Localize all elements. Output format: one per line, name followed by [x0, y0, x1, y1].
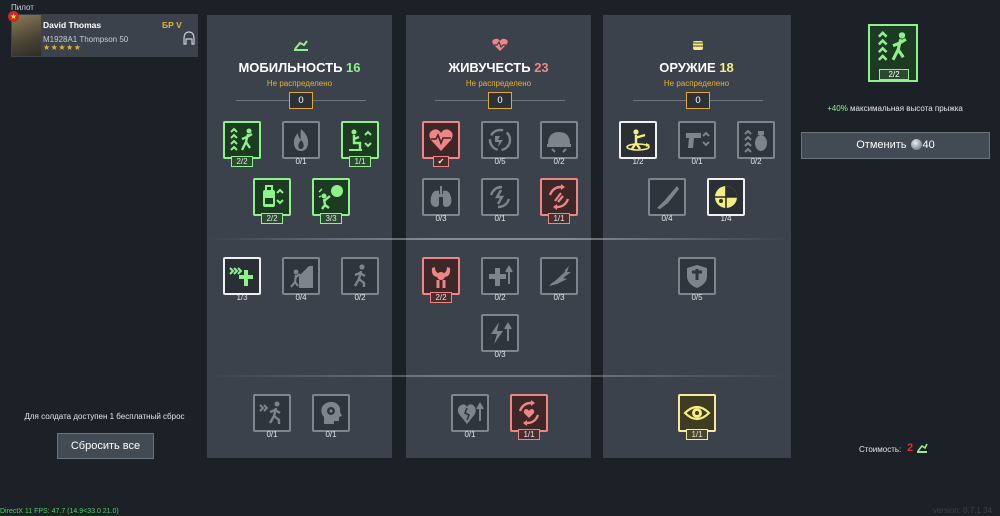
- skill-point-icon: [917, 443, 928, 453]
- skill-revive[interactable]: 1/1: [540, 178, 578, 226]
- selected-skill-preview: 2/2: [868, 24, 918, 84]
- pistol-icon: [686, 131, 710, 148]
- wings-icon: [549, 266, 571, 286]
- skill-reload[interactable]: 0/1: [678, 121, 716, 169]
- skill-sprint[interactable]: 0/1: [253, 394, 291, 442]
- fire-icon: [293, 129, 309, 151]
- crouch-icon: [349, 129, 372, 151]
- skill-health-up[interactable]: 0/2: [481, 257, 519, 305]
- helmet-icon: [547, 132, 571, 153]
- weapons-unspent-label: Не распределено: [663, 79, 730, 88]
- skill-fire-resist[interactable]: 0/1: [282, 121, 320, 169]
- skill-concussion-resist[interactable]: 0/1: [312, 394, 350, 442]
- skill-grenade-throw[interactable]: 3/3: [312, 178, 350, 226]
- check-icon: ✔: [432, 156, 450, 167]
- crosshair-icon: [715, 186, 737, 208]
- rank-star-icon: ★: [8, 11, 19, 22]
- fist-icon: [693, 41, 703, 50]
- skill-self-revive[interactable]: 1/1: [510, 394, 548, 442]
- skill-jump-height[interactable]: 2/2: [223, 121, 261, 169]
- skill-crouch-speed[interactable]: 1/1: [341, 121, 379, 169]
- soldier-aim-icon: [626, 129, 650, 151]
- eye-icon: [683, 405, 711, 421]
- heartbeat-icon: [429, 129, 453, 151]
- runner-icon: [294, 40, 308, 51]
- backpack-icon: [263, 185, 284, 207]
- skill-heart[interactable]: ✔: [422, 121, 460, 169]
- stamina-icon: [488, 128, 512, 152]
- skill-backpack[interactable]: 2/2: [253, 178, 291, 226]
- skill-weapon-ready[interactable]: 1/2: [619, 121, 657, 169]
- weapons-title: ОРУЖИЕ 18: [659, 60, 734, 75]
- grenade-icon: [744, 129, 767, 153]
- skill-stamina[interactable]: 0/5: [481, 121, 519, 169]
- vitality-title: ЖИВУЧЕСТЬ 23: [448, 60, 549, 75]
- skill-helmet[interactable]: 0/2: [540, 121, 578, 169]
- climb-icon: [290, 266, 313, 288]
- pilot-rank: БР V: [162, 20, 182, 30]
- fps-counter: DirectX 11 FPS: 47.7 (14.9<33.0 21.0): [0, 508, 119, 515]
- runner-icon: [353, 264, 366, 287]
- cost-value: 2: [907, 442, 914, 454]
- skill-description: +40% максимальная высота прыжка: [827, 104, 963, 113]
- skill-wings[interactable]: 0/3: [540, 257, 578, 305]
- shield-icon: [687, 265, 707, 288]
- wounded-heart-icon: [457, 402, 484, 424]
- lungs-icon: [430, 186, 452, 207]
- skill-knife[interactable]: 0/4: [648, 178, 686, 226]
- knife-icon: [657, 186, 679, 209]
- reset-all-button[interactable]: Сбросить все: [57, 433, 154, 459]
- skill-vision[interactable]: 1/1: [678, 394, 716, 442]
- jump-height-icon: [877, 31, 907, 61]
- pilot-card[interactable]: ★ David Thomas БР V M1928A1 Thompson 50 …: [8, 11, 198, 57]
- pilot-stars: ★★★★★: [43, 43, 82, 52]
- mobility-unspent-label: Не распределено: [266, 79, 333, 88]
- helmet-icon: [183, 31, 195, 45]
- mobility-title: МОБИЛЬНОСТЬ 16: [238, 60, 361, 75]
- sprint-icon: [259, 401, 281, 424]
- jump-height-icon: [230, 127, 253, 151]
- vitality-unspent-value: 0: [488, 92, 512, 109]
- shock-icon: [489, 185, 511, 209]
- mobility-unspent-value: 0: [289, 92, 313, 109]
- skill-wounded-heart[interactable]: 0/1: [451, 394, 489, 442]
- skill-aim[interactable]: 1/4: [707, 178, 745, 226]
- skill-run[interactable]: 0/2: [341, 257, 379, 305]
- skill-strength[interactable]: 2/2: [422, 257, 460, 305]
- heart-icon: [492, 38, 508, 51]
- tier-divider-2: [207, 375, 791, 377]
- pilot-name: David Thomas: [43, 20, 102, 30]
- heal-speed-icon: [229, 267, 253, 286]
- skill-shock-resist[interactable]: 0/1: [481, 178, 519, 226]
- free-reset-note: Для солдата доступен 1 бесплатный сброс: [24, 412, 185, 421]
- vitality-unspent-label: Не распределено: [465, 79, 532, 88]
- version-label: version: 0.7.1.34: [932, 506, 992, 515]
- weapons-unspent-value: 0: [686, 92, 710, 109]
- skill-lungs[interactable]: 0/3: [422, 178, 460, 226]
- tier-divider-1: [207, 238, 791, 240]
- energy-up-icon: [491, 322, 512, 344]
- head-icon: [321, 401, 342, 424]
- cancel-button[interactable]: Отменить 40: [801, 132, 990, 159]
- skill-climb[interactable]: 0/4: [282, 257, 320, 305]
- skill-shield[interactable]: 0/5: [678, 257, 716, 305]
- grenade-throw-icon: [318, 185, 343, 210]
- skill-heal-speed[interactable]: 1/3: [223, 257, 261, 305]
- skill-energy-up[interactable]: 0/3: [481, 314, 519, 362]
- cost-label: Стоимость:: [859, 445, 902, 454]
- skill-grenades[interactable]: 0/2: [737, 121, 775, 169]
- health-up-icon: [489, 265, 513, 286]
- strength-icon: [431, 267, 451, 288]
- self-revive-icon: [518, 400, 540, 426]
- silver-coin-icon: [910, 139, 922, 150]
- revive-icon: [548, 184, 570, 210]
